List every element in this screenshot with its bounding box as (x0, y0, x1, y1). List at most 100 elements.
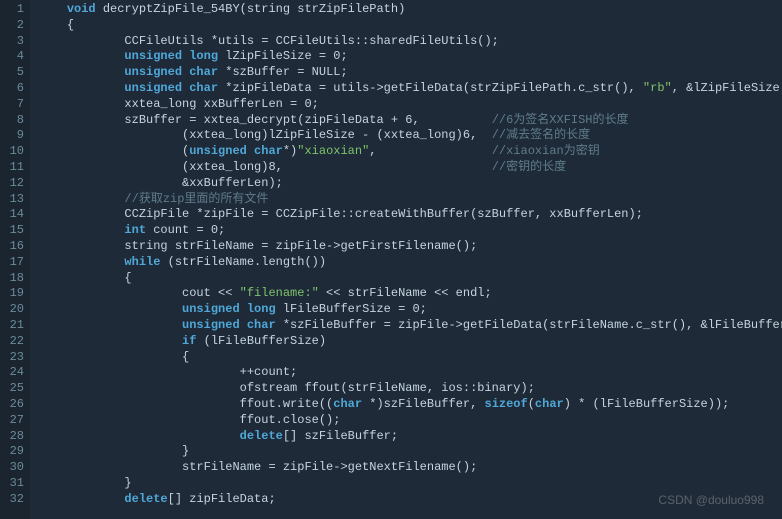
code-line[interactable]: ffout.close(); (38, 413, 782, 429)
token-kw: delete (240, 429, 283, 443)
code-line[interactable]: } (38, 476, 782, 492)
token-text: cout << (182, 286, 240, 300)
code-line[interactable]: (xxtea_long)8, //密钥的长度 (38, 160, 782, 176)
token-text: (xxtea_long)lZipFileSize - (xxtea_long)6… (182, 128, 492, 142)
token-kw: unsigned (182, 318, 240, 332)
line-number: 15 (0, 223, 24, 239)
code-line[interactable]: xxtea_long xxBufferLen = 0; (38, 97, 782, 113)
token-str: "filename:" (240, 286, 319, 300)
code-line[interactable]: //获取zip里面的所有文件 (38, 192, 782, 208)
code-line[interactable]: void decryptZipFile_54BY(string strZipFi… (38, 2, 782, 18)
code-line[interactable]: { (38, 271, 782, 287)
token-cmt: //xiaoxian为密钥 (492, 144, 600, 158)
code-line[interactable]: while (strFileName.length()) (38, 255, 782, 271)
code-line[interactable]: CCZipFile *zipFile = CCZipFile::createWi… (38, 207, 782, 223)
code-line[interactable]: (unsigned char*)"xiaoxian", //xiaoxian为密… (38, 144, 782, 160)
line-number: 28 (0, 429, 24, 445)
code-line[interactable]: unsigned char *zipFileData = utils->getF… (38, 81, 782, 97)
token-text: szBuffer = xxtea_decrypt(zipFileData + 6… (124, 113, 491, 127)
code-line[interactable]: unsigned char *szBuffer = NULL; (38, 65, 782, 81)
token-text: *szBuffer = NULL; (218, 65, 348, 79)
token-kw: while (124, 255, 160, 269)
line-number: 11 (0, 160, 24, 176)
token-kw: char (189, 81, 218, 95)
line-number: 32 (0, 492, 24, 508)
line-number: 20 (0, 302, 24, 318)
token-text: lFileBufferSize = 0; (276, 302, 427, 316)
token-text: (lFileBufferSize) (196, 334, 326, 348)
token-text (240, 302, 247, 316)
token-kw: unsigned (182, 302, 240, 316)
code-line[interactable]: ++count; (38, 365, 782, 381)
token-kw: char (333, 397, 362, 411)
code-line[interactable]: strFileName = zipFile->getNextFilename()… (38, 460, 782, 476)
token-text: (xxtea_long)8, (182, 160, 492, 174)
token-text (240, 318, 247, 332)
code-line[interactable]: unsigned long lZipFileSize = 0; (38, 49, 782, 65)
token-text: decryptZipFile_54BY(string strZipFilePat… (96, 2, 406, 16)
line-number: 7 (0, 97, 24, 113)
line-number: 6 (0, 81, 24, 97)
code-area[interactable]: void decryptZipFile_54BY(string strZipFi… (30, 0, 782, 519)
line-number: 29 (0, 444, 24, 460)
token-text: *zipFileData = utils->getFileData(strZip… (218, 81, 643, 95)
line-number: 13 (0, 192, 24, 208)
token-kw: char (247, 318, 276, 332)
token-kw: long (247, 302, 276, 316)
code-line[interactable]: if (lFileBufferSize) (38, 334, 782, 350)
code-line[interactable]: delete[] szFileBuffer; (38, 429, 782, 445)
line-number: 10 (0, 144, 24, 160)
token-kw: int (124, 223, 146, 237)
token-text: &xxBufferLen); (182, 176, 283, 190)
code-line[interactable]: { (38, 18, 782, 34)
code-line[interactable]: (xxtea_long)lZipFileSize - (xxtea_long)6… (38, 128, 782, 144)
line-number: 17 (0, 255, 24, 271)
code-line[interactable]: unsigned long lFileBufferSize = 0; (38, 302, 782, 318)
line-number: 1 (0, 2, 24, 18)
watermark-text: CSDN @douluo998 (658, 493, 764, 509)
code-line[interactable]: &xxBufferLen); (38, 176, 782, 192)
token-text: ffout.write(( (240, 397, 334, 411)
line-number: 19 (0, 286, 24, 302)
code-line[interactable]: string strFileName = zipFile->getFirstFi… (38, 239, 782, 255)
line-number: 30 (0, 460, 24, 476)
code-line[interactable]: szBuffer = xxtea_decrypt(zipFileData + 6… (38, 113, 782, 129)
line-number: 24 (0, 365, 24, 381)
code-line[interactable]: int count = 0; (38, 223, 782, 239)
token-text: *szFileBuffer = zipFile->getFileData(str… (276, 318, 782, 332)
line-number: 21 (0, 318, 24, 334)
token-text: (strFileName.length()) (160, 255, 326, 269)
line-number: 14 (0, 207, 24, 223)
code-line[interactable]: CCFileUtils *utils = CCFileUtils::shared… (38, 34, 782, 50)
token-text: CCFileUtils *utils = CCFileUtils::shared… (124, 34, 498, 48)
code-line[interactable]: cout << "filename:" << strFileName << en… (38, 286, 782, 302)
line-number: 3 (0, 34, 24, 50)
code-line[interactable]: { (38, 350, 782, 366)
code-editor: 1234567891011121314151617181920212223242… (0, 0, 782, 519)
token-cmt: //减去签名的长度 (492, 128, 590, 142)
token-text: { (124, 271, 131, 285)
line-number: 25 (0, 381, 24, 397)
token-cmt: //密钥的长度 (492, 160, 566, 174)
token-text: { (182, 350, 189, 364)
token-kw: unsigned (124, 49, 182, 63)
code-line[interactable]: ffout.write((char *)szFileBuffer, sizeof… (38, 397, 782, 413)
token-kw: sizeof (485, 397, 528, 411)
code-line[interactable]: unsigned char *szFileBuffer = zipFile->g… (38, 318, 782, 334)
token-text: , (369, 144, 491, 158)
token-text: { (67, 18, 74, 32)
line-number: 22 (0, 334, 24, 350)
token-text: ( (528, 397, 535, 411)
token-text: } (182, 444, 189, 458)
token-kw: unsigned (124, 81, 182, 95)
token-kw: delete (124, 492, 167, 506)
token-text: CCZipFile *zipFile = CCZipFile::createWi… (124, 207, 642, 221)
line-number: 12 (0, 176, 24, 192)
token-text: ++count; (240, 365, 298, 379)
token-text: xxtea_long xxBufferLen = 0; (124, 97, 318, 111)
token-kw: if (182, 334, 196, 348)
token-text: ) * (lFileBufferSize)); (564, 397, 730, 411)
code-line[interactable]: } (38, 444, 782, 460)
token-cmt: //获取zip里面的所有文件 (124, 192, 268, 206)
code-line[interactable]: ofstream ffout(strFileName, ios::binary)… (38, 381, 782, 397)
